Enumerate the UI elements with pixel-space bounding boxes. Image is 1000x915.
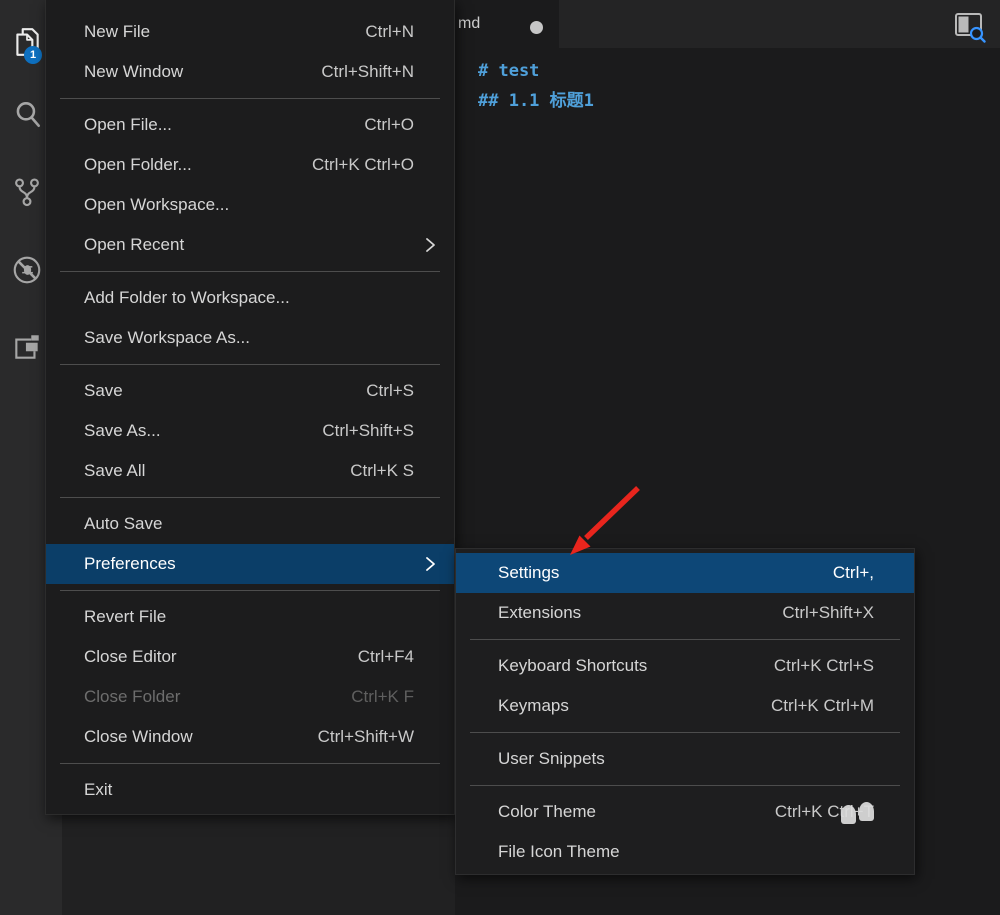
menu-item-open-file[interactable]: Open File...Ctrl+O (46, 105, 454, 145)
menu-item-exit[interactable]: Exit (46, 770, 454, 810)
menu-item-label: Close Window (84, 727, 318, 747)
menu-item-extensions[interactable]: ExtensionsCtrl+Shift+X (456, 593, 914, 633)
menu-item-label: Settings (498, 563, 833, 583)
menu-item-shortcut: Ctrl+O (364, 115, 414, 135)
menu-separator (470, 732, 900, 733)
menu-item-add-folder-to-workspace[interactable]: Add Folder to Workspace... (46, 278, 454, 318)
code-line-2[interactable]: ## 1.1 标题1 (478, 86, 1000, 116)
menu-item-shortcut: Ctrl+F4 (358, 647, 414, 667)
menu-item-shortcut: Ctrl+K S (350, 461, 414, 481)
open-preview-icon[interactable] (952, 9, 986, 43)
menu-item-settings[interactable]: SettingsCtrl+, (456, 553, 914, 593)
unsaved-changes-dot-icon (530, 21, 543, 34)
menu-separator (60, 763, 440, 764)
menu-item-auto-save[interactable]: Auto Save (46, 504, 454, 544)
menu-item-user-snippets[interactable]: User Snippets (456, 739, 914, 779)
menu-item-color-theme[interactable]: Color ThemeCtrl+K Ctrl+T (456, 792, 914, 832)
menu-item-label: File Icon Theme (498, 842, 896, 862)
menu-item-label: Preferences (84, 554, 424, 574)
editor-tab-strip: md (455, 0, 1000, 48)
menu-item-label: Auto Save (84, 514, 436, 534)
menu-item-label: Extensions (498, 603, 782, 623)
menu-item-shortcut: Ctrl+Shift+N (321, 62, 414, 82)
explorer-badge: 1 (24, 46, 42, 64)
menu-separator (60, 98, 440, 99)
menu-item-label: Revert File (84, 607, 436, 627)
menu-item-shortcut: Ctrl+Shift+W (318, 727, 414, 747)
menu-item-shortcut: Ctrl+K Ctrl+S (774, 656, 874, 676)
menu-item-open-recent[interactable]: Open Recent (46, 225, 454, 265)
menu-item-label: Exit (84, 780, 436, 800)
menu-item-label: Keymaps (498, 696, 771, 716)
menu-item-preferences[interactable]: Preferences (46, 544, 454, 584)
menu-item-label: Open File... (84, 115, 364, 135)
menu-item-keymaps[interactable]: KeymapsCtrl+K Ctrl+M (456, 686, 914, 726)
menu-item-shortcut: Ctrl+K Ctrl+T (775, 802, 874, 822)
search-icon[interactable] (11, 98, 43, 130)
menu-item-save-all[interactable]: Save AllCtrl+K S (46, 451, 454, 491)
chevron-right-icon (424, 236, 436, 254)
menu-item-save-as[interactable]: Save As...Ctrl+Shift+S (46, 411, 454, 451)
menu-separator (470, 639, 900, 640)
menu-separator (60, 271, 440, 272)
menu-item-new-window[interactable]: New WindowCtrl+Shift+N (46, 52, 454, 92)
menu-item-label: Save All (84, 461, 350, 481)
menu-item-label: Close Editor (84, 647, 358, 667)
menu-item-close-editor[interactable]: Close EditorCtrl+F4 (46, 637, 454, 677)
menu-item-label: Open Recent (84, 235, 424, 255)
menu-item-shortcut: Ctrl+N (365, 22, 414, 42)
menu-item-open-folder[interactable]: Open Folder...Ctrl+K Ctrl+O (46, 145, 454, 185)
menu-separator (60, 364, 440, 365)
menu-item-shortcut: Ctrl+K F (351, 687, 414, 707)
menu-item-shortcut: Ctrl+S (366, 381, 414, 401)
menu-separator (470, 785, 900, 786)
menu-item-shortcut: Ctrl+K Ctrl+O (312, 155, 414, 175)
menu-item-label: Keyboard Shortcuts (498, 656, 774, 676)
menu-item-shortcut: Ctrl+K Ctrl+M (771, 696, 874, 716)
menu-item-label: New File (84, 22, 365, 42)
menu-item-label: Save (84, 381, 366, 401)
menu-item-label: Save As... (84, 421, 322, 441)
menu-item-label: Open Folder... (84, 155, 312, 175)
menu-item-shortcut: Ctrl+Shift+S (322, 421, 414, 441)
menu-item-save-workspace-as[interactable]: Save Workspace As... (46, 318, 454, 358)
menu-item-keyboard-shortcuts[interactable]: Keyboard ShortcutsCtrl+K Ctrl+S (456, 646, 914, 686)
code-line-1[interactable]: # test (478, 56, 1000, 86)
explorer-icon[interactable]: 1 (11, 26, 43, 58)
menu-item-shortcut: Ctrl+, (833, 563, 874, 583)
vscode-window: md # test ## 1.1 标题1 (0, 0, 1000, 915)
extensions-icon[interactable] (11, 331, 43, 363)
menu-item-label: User Snippets (498, 749, 896, 769)
menu-item-label: Color Theme (498, 802, 775, 822)
menu-item-close-folder: Close FolderCtrl+K F (46, 677, 454, 717)
menu-item-label: Save Workspace As... (84, 328, 436, 348)
menu-item-close-window[interactable]: Close WindowCtrl+Shift+W (46, 717, 454, 757)
source-control-icon[interactable] (11, 176, 43, 208)
menu-item-shortcut: Ctrl+Shift+X (782, 603, 874, 623)
file-menu: New FileCtrl+NNew WindowCtrl+Shift+NOpen… (45, 0, 455, 815)
menu-separator (60, 590, 440, 591)
menu-item-label: Close Folder (84, 687, 351, 707)
tab-label: md (455, 15, 480, 33)
menu-item-label: New Window (84, 62, 321, 82)
menu-item-new-file[interactable]: New FileCtrl+N (46, 12, 454, 52)
menu-separator (60, 497, 440, 498)
menu-item-save[interactable]: SaveCtrl+S (46, 371, 454, 411)
run-debug-icon[interactable] (11, 254, 43, 286)
menu-item-label: Open Workspace... (84, 195, 436, 215)
menu-item-file-icon-theme[interactable]: File Icon Theme (456, 832, 914, 872)
editor-tab-md[interactable]: md (455, 0, 559, 48)
menu-item-label: Add Folder to Workspace... (84, 288, 436, 308)
preferences-submenu: SettingsCtrl+,ExtensionsCtrl+Shift+XKeyb… (455, 548, 915, 875)
menu-item-open-workspace[interactable]: Open Workspace... (46, 185, 454, 225)
menu-item-revert-file[interactable]: Revert File (46, 597, 454, 637)
chevron-right-icon (424, 555, 436, 573)
